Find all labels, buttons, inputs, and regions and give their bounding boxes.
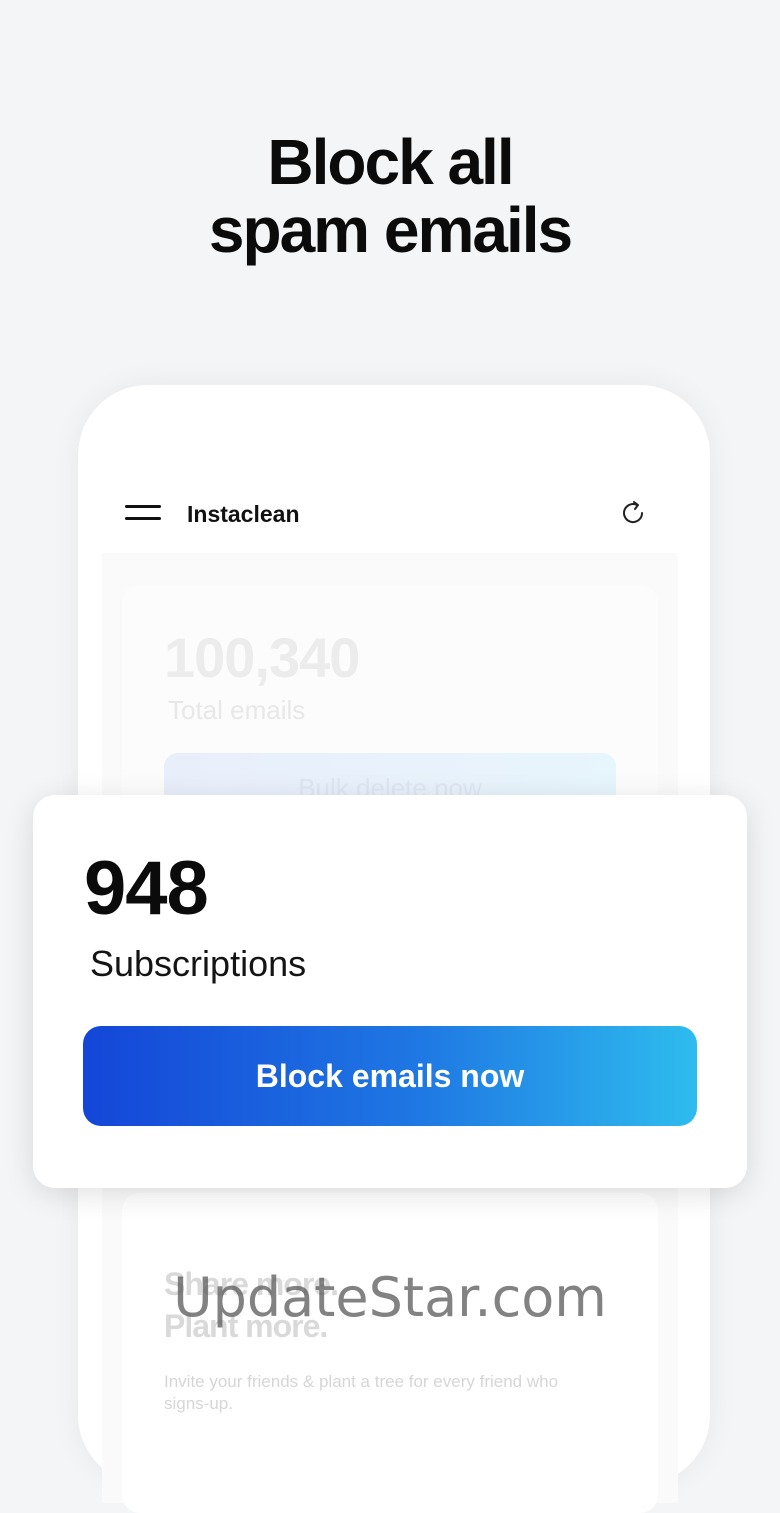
invite-text: Invite your friends & plant a tree for e… bbox=[164, 1372, 559, 1413]
headline-line-1: Block all bbox=[267, 126, 514, 198]
total-emails-count: 100,340 bbox=[164, 626, 360, 689]
app-bar: Instaclean bbox=[102, 475, 678, 553]
subscriptions-count: 948 bbox=[84, 846, 209, 931]
subscriptions-card: 948 Subscriptions Block emails now bbox=[33, 795, 747, 1188]
hamburger-menu-icon[interactable] bbox=[125, 505, 163, 525]
refresh-icon[interactable] bbox=[617, 497, 649, 529]
total-emails-label: Total emails bbox=[168, 695, 306, 725]
headline: Block all spam emails bbox=[0, 128, 780, 264]
headline-line-2: spam emails bbox=[208, 194, 573, 266]
app-title: Instaclean bbox=[187, 501, 300, 527]
subscriptions-label: Subscriptions bbox=[90, 943, 307, 984]
share-card: Share more. Plant more. Invite your frie… bbox=[122, 1193, 658, 1513]
block-emails-button[interactable]: Block emails now bbox=[83, 1026, 697, 1126]
watermark: UpdateStar.com bbox=[173, 1266, 607, 1329]
